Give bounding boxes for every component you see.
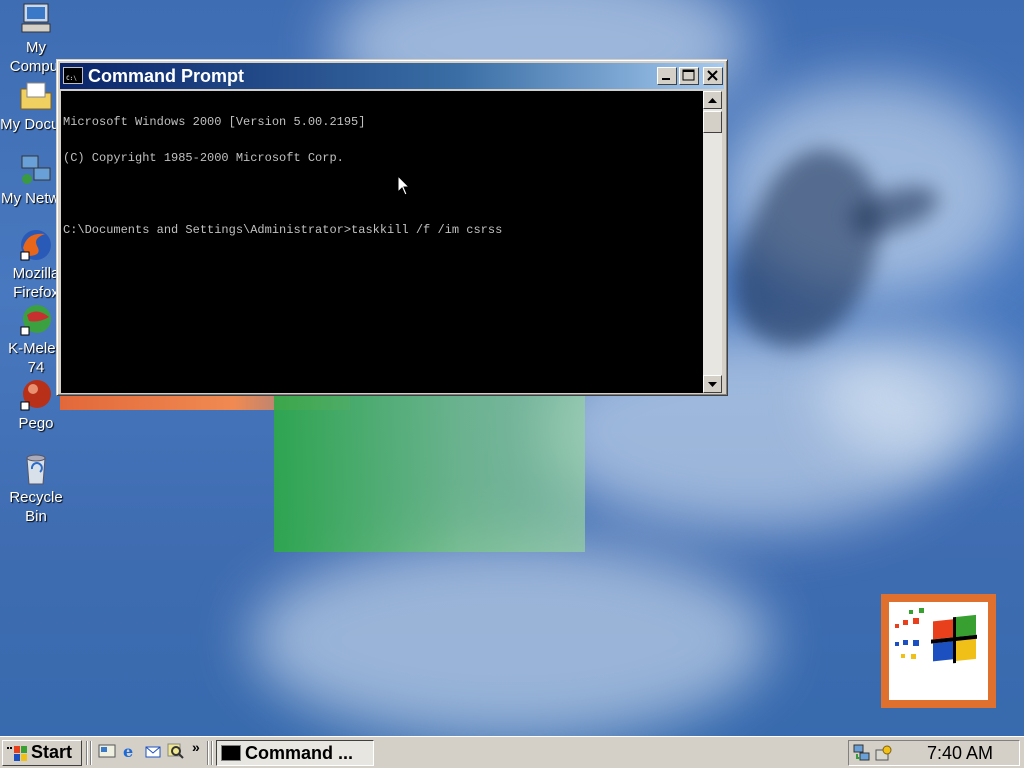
vertical-scrollbar[interactable] [703,91,722,393]
maximize-button[interactable] [679,67,699,85]
console-app-icon[interactable]: C:\ [63,67,83,84]
taskbar-separator [207,741,209,765]
internet-explorer-icon[interactable]: e [121,742,139,761]
firefox-icon [19,228,53,262]
title-bar[interactable]: C:\ Command Prompt [60,63,724,89]
desktop: My Comput My Docum My Netw... Mozilla Fi… [0,0,1024,736]
clock[interactable]: 7:40 AM [927,741,993,765]
window-title: Command Prompt [88,66,245,86]
scroll-thumb[interactable] [703,111,722,133]
start-button[interactable]: Start [2,740,82,766]
arrow-down-icon [708,382,717,387]
wallpaper-green-rect [274,392,585,552]
start-label: Start [31,742,73,762]
network-tray-icon[interactable] [853,744,871,767]
close-icon [707,70,718,81]
svg-text:e: e [123,742,133,760]
show-desktop-icon[interactable] [98,742,116,760]
taskbar: Start e » Command ... 7:40 AM [0,736,1024,768]
computer-icon [19,2,53,36]
console-line: (C) Copyright 1985-2000 Microsoft Corp. [63,151,344,165]
console-command-line[interactable]: C:\Documents and Settings\Administrator>… [63,224,701,236]
folder-documents-icon [19,79,53,113]
console-app-icon [221,745,241,761]
desktop-icon-recycle-bin[interactable]: Recycle Bin [0,452,72,526]
arrow-up-icon [708,98,717,103]
command-prompt-window[interactable]: C:\ Command Prompt Microsoft Windows 200… [56,59,728,396]
windows-logo [881,594,996,708]
close-button[interactable] [703,67,723,85]
network-icon [19,153,53,187]
console-output[interactable]: Microsoft Windows 2000 [Version 5.00.219… [61,91,703,393]
scroll-up-button[interactable] [703,91,722,109]
taskbar-separator [86,741,88,765]
key-tray-icon[interactable] [875,744,893,767]
taskbar-button-label: Command ... [245,743,354,763]
search-icon[interactable] [167,742,185,760]
minimize-button[interactable] [657,67,677,85]
k-meleon-icon [19,303,53,337]
svg-text:C:\: C:\ [66,75,77,82]
recycle-bin-icon [19,452,53,486]
scroll-down-button[interactable] [703,375,722,393]
desktop-icon-label: Pego [18,415,54,432]
mouse-cursor-icon [397,175,411,196]
pego-icon [19,378,53,412]
console-line: Microsoft Windows 2000 [Version 5.00.219… [63,115,366,129]
outlook-express-icon[interactable] [144,742,162,760]
taskbar-separator [211,741,213,765]
desktop-icon-label: Recycle Bin [9,489,63,525]
taskbar-separator [90,741,92,765]
system-tray: 7:40 AM [848,740,1020,766]
quick-launch-overflow-button[interactable]: » [192,739,200,755]
taskbar-button-command-prompt[interactable]: Command ... [216,740,374,766]
windows-flag-icon [7,746,27,761]
